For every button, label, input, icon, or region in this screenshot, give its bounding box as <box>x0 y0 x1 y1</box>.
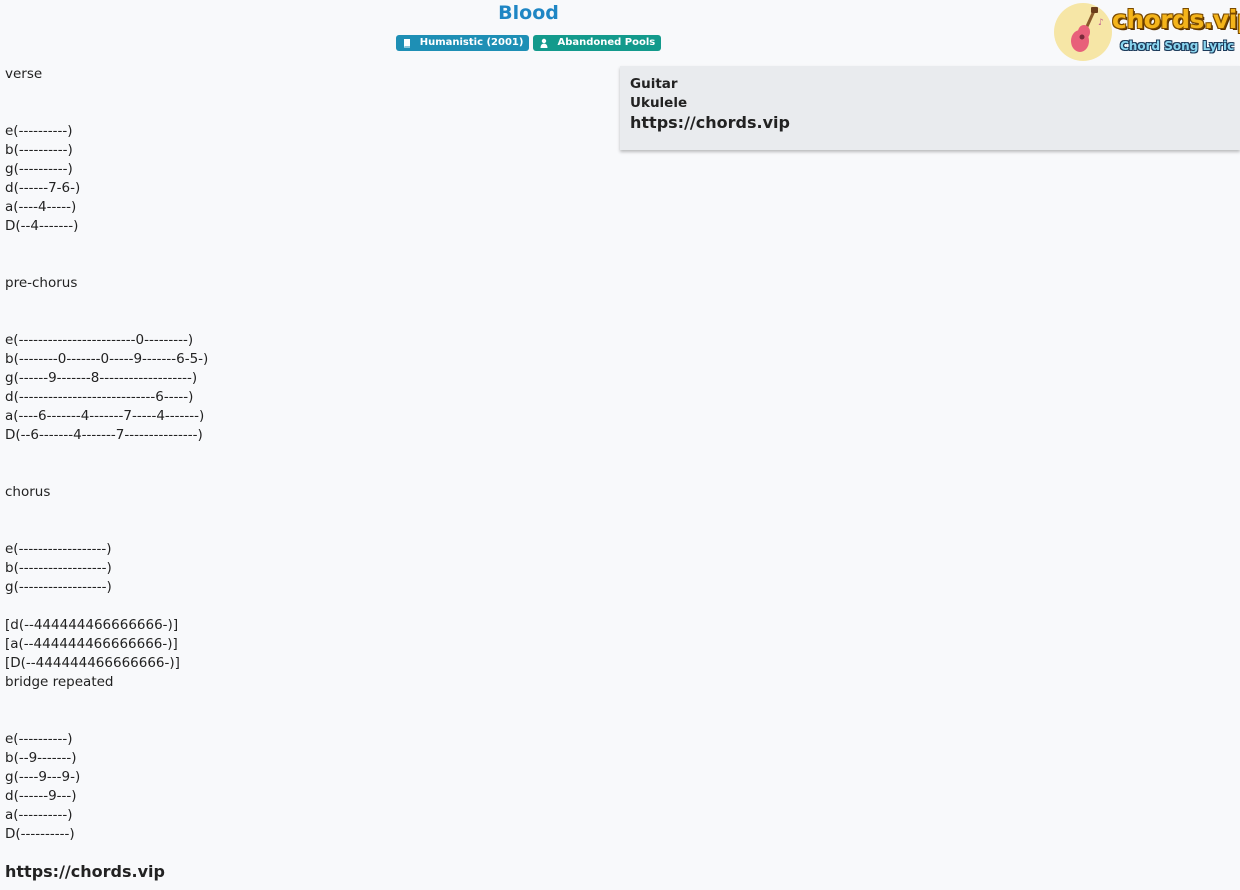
tab-blank-line <box>5 711 208 730</box>
tab-line: e(----------) <box>5 731 73 747</box>
site-logo[interactable]: ♪ chords.vip Chord Song Lyric <box>1054 2 1240 64</box>
album-badge[interactable]: Humanistic (2001) <box>395 35 530 51</box>
tab-blank-line <box>5 312 208 331</box>
tab-line: a(----6-------4-------7-----4-------) <box>5 408 205 424</box>
tab-line: b(--9-------) <box>5 750 77 766</box>
footer-site-url[interactable]: https://chords.vip <box>5 861 165 883</box>
tab-blank-line <box>5 255 208 274</box>
tab-line: D(--6-------4-------7---------------) <box>5 427 203 443</box>
tab-line: a(----4-----) <box>5 199 77 215</box>
song-header: Blood Humanistic (2001) Abandoned Pools <box>0 0 1057 51</box>
tab-content: verse e(----------) b(----------) g(------… <box>5 65 208 844</box>
svg-text:♪: ♪ <box>1098 18 1104 28</box>
album-badge-label: Humanistic (2001) <box>419 37 524 48</box>
ukulele-link[interactable]: Ukulele <box>630 94 687 113</box>
guitar-icon: ♪ <box>1071 7 1104 52</box>
tab-blank-line <box>5 464 208 483</box>
tab-line: b(----------) <box>5 142 73 158</box>
tab-line: a(----------) <box>5 807 73 823</box>
artist-badge-label: Abandoned Pools <box>557 37 656 48</box>
user-icon <box>539 38 549 48</box>
song-title[interactable]: Blood <box>0 1 1057 25</box>
book-icon <box>402 38 412 48</box>
tab-blank-line <box>5 84 208 103</box>
instrument-panel: Guitar Ukulele https://chords.vip <box>620 66 1240 150</box>
tab-blank-line <box>5 502 208 521</box>
tab-line: b(--------0-------0-----9-------6-5-) <box>5 351 209 367</box>
tab-line: [a(--444444466666666-)] <box>5 636 178 652</box>
artist-badge[interactable]: Abandoned Pools <box>533 35 662 51</box>
tab-line: e(------------------------0---------) <box>5 332 194 348</box>
tab-line: D(----------) <box>5 826 75 842</box>
tab-line: g(------9-------8-------------------) <box>5 370 198 386</box>
logo-tagline: Chord Song Lyric <box>1120 39 1235 53</box>
panel-site-url[interactable]: https://chords.vip <box>630 112 790 134</box>
tab-blank-line <box>5 293 208 312</box>
tab-line: bridge repeated <box>5 674 114 690</box>
guitar-link[interactable]: Guitar <box>630 75 678 94</box>
tab-line: verse <box>5 66 43 82</box>
tab-line: [d(--444444466666666-)] <box>5 617 179 633</box>
tab-line: [D(--444444466666666-)] <box>5 655 180 671</box>
tab-blank-line <box>5 236 208 255</box>
tab-line: e(------------------) <box>5 541 112 557</box>
tab-blank-line <box>5 597 208 616</box>
tab-line: g(----9---9-) <box>5 769 81 785</box>
logo-wordmark: chords.vip <box>1112 5 1240 34</box>
tab-blank-line <box>5 103 208 122</box>
song-badges: Humanistic (2001) Abandoned Pools <box>0 35 1057 51</box>
tab-line: d(----------------------------6-----) <box>5 389 194 405</box>
tab-blank-line <box>5 521 208 540</box>
tab-line: e(----------) <box>5 123 73 139</box>
tab-line: g(------------------) <box>5 579 112 595</box>
logo-badge: ♪ <box>1054 3 1112 61</box>
tab-blank-line <box>5 692 208 711</box>
tab-line: pre-chorus <box>5 275 78 291</box>
tab-line: d(------7-6-) <box>5 180 81 196</box>
tab-blank-line <box>5 445 208 464</box>
tab-line: g(----------) <box>5 161 73 177</box>
tab-line: d(------9---) <box>5 788 77 804</box>
tab-line: chorus <box>5 484 51 500</box>
tab-line: b(------------------) <box>5 560 112 576</box>
tab-line: D(--4-------) <box>5 218 79 234</box>
